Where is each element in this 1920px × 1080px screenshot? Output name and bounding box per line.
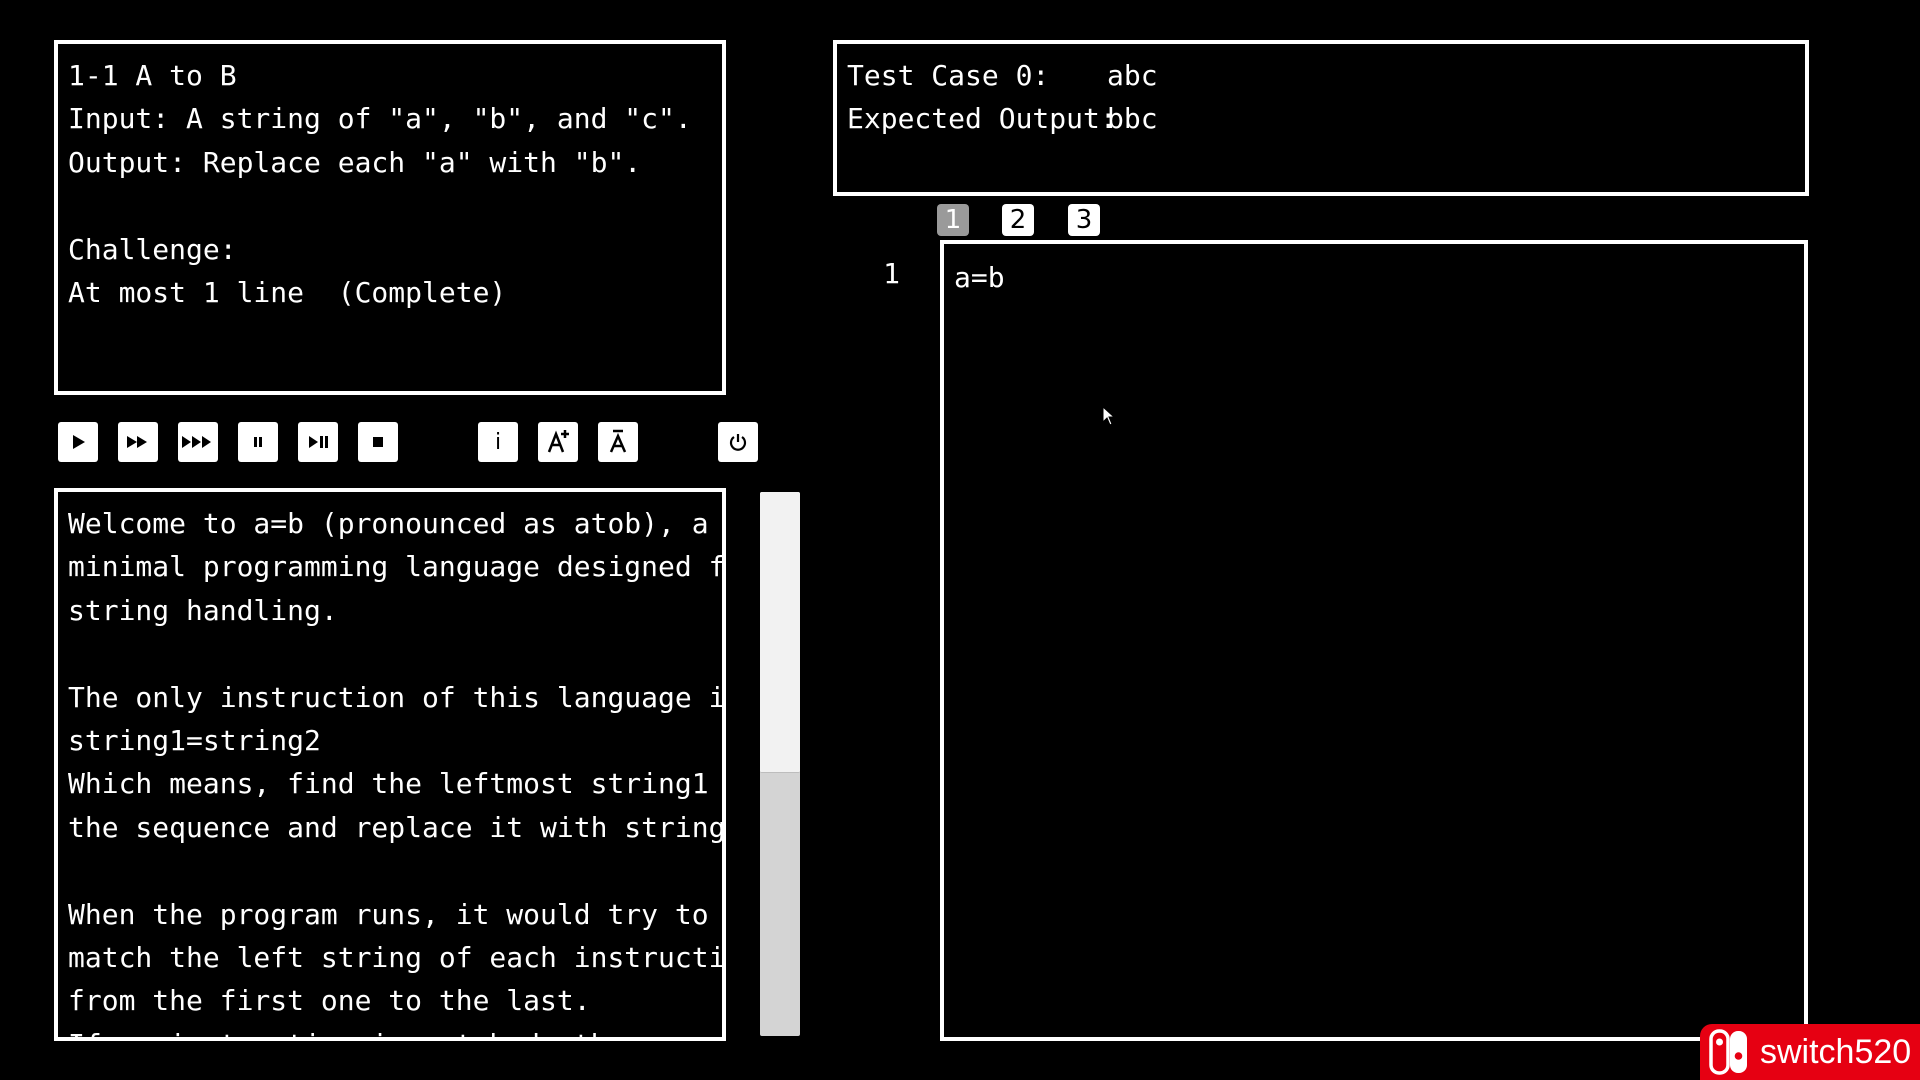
- watermark-text: switch520: [1760, 1032, 1912, 1071]
- step-button[interactable]: [298, 422, 338, 462]
- stop-icon: [373, 437, 383, 447]
- test-case-row: Test Case 0: abc: [847, 54, 1805, 97]
- code-editor[interactable]: a=b: [940, 240, 1808, 1041]
- task-line: Challenge:: [68, 232, 237, 266]
- fast-forward-icon: [127, 436, 147, 448]
- expected-output-row: Expected Output: bbc: [847, 97, 1805, 140]
- help-line: string1=string2: [68, 724, 321, 758]
- help-line: When the program runs, it would try to: [68, 897, 709, 931]
- font-increase-button[interactable]: [538, 422, 578, 462]
- line-number: 1: [883, 257, 900, 290]
- task-line: At most 1 line (Complete): [68, 276, 507, 310]
- power-icon: [729, 434, 747, 451]
- help-line: [68, 849, 722, 892]
- fast-forward-button[interactable]: [118, 422, 158, 462]
- mouse-cursor-icon: [1102, 406, 1116, 426]
- task-line: Output: Replace each "a" with "b".: [68, 145, 642, 179]
- help-line: the sequence and replace it with string2…: [68, 810, 726, 844]
- test-case-value: abc: [1107, 59, 1158, 92]
- line-number-gutter: 1: [860, 252, 900, 295]
- test-case-label: Test Case 0:: [847, 59, 1050, 92]
- switch-logo-icon: [1700, 1024, 1760, 1080]
- run-button[interactable]: [58, 422, 98, 462]
- help-line: minimal programming language designed fo…: [68, 550, 726, 584]
- triple-forward-icon: [182, 436, 211, 448]
- stop-button[interactable]: [358, 422, 398, 462]
- solution-tab-3[interactable]: 3: [1068, 204, 1100, 236]
- test-case-panel: Test Case 0: abc Expected Output: bbc: [833, 40, 1809, 196]
- help-line: If an instruction is matched, the: [68, 1023, 722, 1037]
- power-button[interactable]: [718, 422, 758, 462]
- help-line: match the left string of each instructio…: [68, 941, 726, 975]
- font-decrease-button[interactable]: [598, 422, 638, 462]
- play-icon: [73, 435, 85, 449]
- expected-output-value: bbc: [1107, 102, 1158, 136]
- font-increase-icon: [547, 430, 569, 453]
- pause-button[interactable]: [238, 422, 278, 462]
- task-line: Input: A string of "a", "b", and "c".: [68, 102, 692, 136]
- font-decrease-icon: [609, 429, 627, 453]
- watermark: switch520: [1700, 1024, 1920, 1080]
- help-scrollbar[interactable]: [760, 492, 800, 1036]
- help-line: string handling.: [68, 593, 338, 627]
- code-line[interactable]: a=b: [954, 256, 1804, 299]
- solution-tab-2[interactable]: 2: [1002, 204, 1034, 236]
- pause-icon: [254, 437, 262, 447]
- fastest-forward-button[interactable]: [178, 422, 218, 462]
- task-description-panel: 1-1 A to B Input: A string of "a", "b", …: [54, 40, 726, 395]
- help-line: Which means, find the leftmost string1 i…: [68, 767, 726, 801]
- help-scroll-thumb[interactable]: [760, 492, 800, 773]
- help-line: from the first one to the last.: [68, 984, 591, 1018]
- help-line: [68, 632, 722, 675]
- task-line: [68, 184, 722, 227]
- info-button[interactable]: i: [478, 422, 518, 462]
- help-line: Welcome to a=b (pronounced as atob), a: [68, 507, 709, 540]
- task-line: 1-1 A to B: [68, 59, 237, 92]
- help-text-panel: Welcome to a=b (pronounced as atob), a m…: [54, 488, 726, 1041]
- info-icon: i: [494, 429, 502, 455]
- expected-output-label: Expected Output:: [847, 102, 1117, 136]
- help-line: The only instruction of this language is…: [68, 680, 726, 714]
- solution-tab-1[interactable]: 1: [937, 204, 969, 236]
- step-icon: [309, 436, 328, 448]
